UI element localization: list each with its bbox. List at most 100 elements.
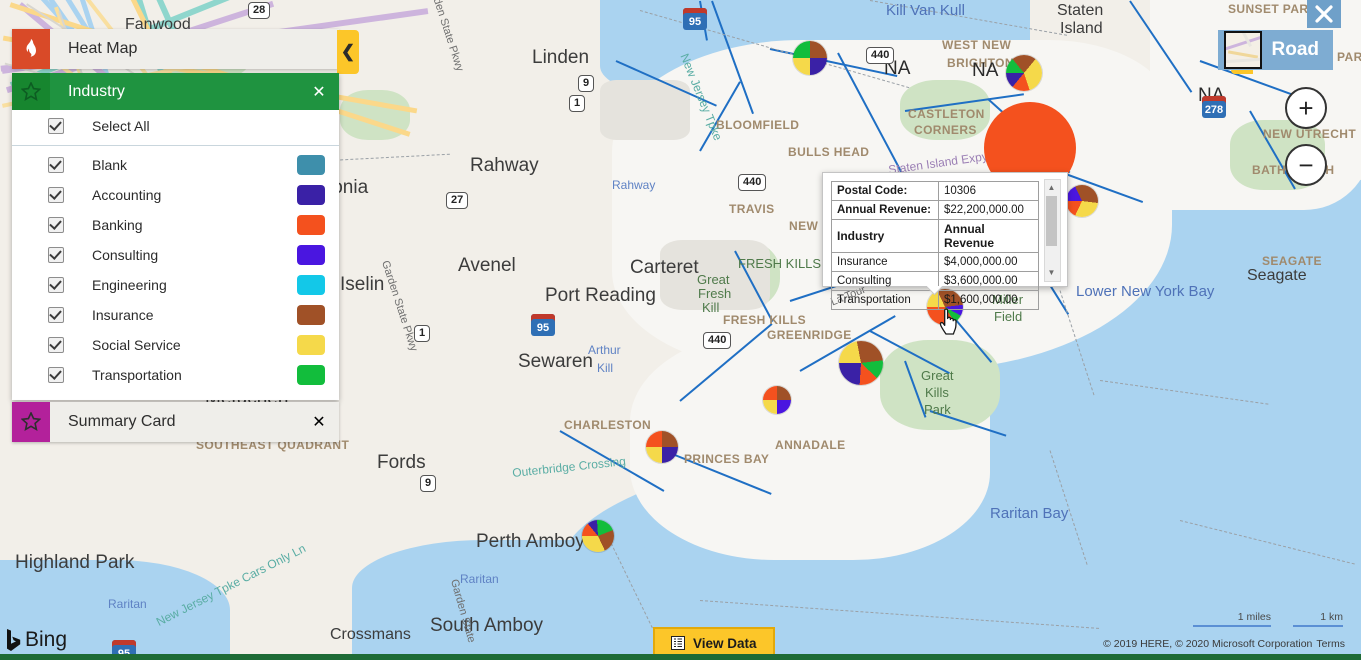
legend-item[interactable]: Social Service bbox=[12, 330, 339, 360]
legend-select-all-row[interactable]: Select All bbox=[12, 110, 339, 142]
view-data-label: View Data bbox=[693, 635, 757, 651]
scale-km-label: 1 km bbox=[1320, 611, 1343, 623]
legend-item[interactable]: Transportation bbox=[12, 360, 339, 390]
route-shield: 1 bbox=[569, 95, 586, 112]
legend-item-label: Social Service bbox=[92, 337, 181, 353]
map-application: Fanwood Linden Rahway lonia Avenel Iselin Cart… bbox=[0, 0, 1361, 660]
zoom-out-button[interactable]: − bbox=[1285, 144, 1327, 186]
legend-item[interactable]: Insurance bbox=[12, 300, 339, 330]
tooltip-scrollbar[interactable]: ▲ ▼ bbox=[1044, 179, 1061, 282]
legend-item-checkbox[interactable] bbox=[48, 247, 64, 263]
pie-chart-marker[interactable] bbox=[1006, 55, 1042, 91]
legend-item-label: Engineering bbox=[92, 277, 167, 293]
tooltip-revenue-value: $22,200,000.00 bbox=[938, 200, 1039, 220]
pie-chart-marker[interactable] bbox=[793, 41, 827, 75]
map-thumbnail-icon bbox=[1223, 31, 1262, 69]
tooltip-industry-name: Transportation bbox=[831, 290, 939, 310]
legend-item-swatch bbox=[297, 365, 325, 385]
scale-km-bar bbox=[1293, 625, 1343, 627]
legend-item-swatch bbox=[297, 275, 325, 295]
tooltip-col-industry: Industry bbox=[831, 219, 939, 253]
legend-item-label: Consulting bbox=[92, 247, 159, 263]
select-all-label: Select All bbox=[92, 118, 150, 134]
legend-item-checkbox[interactable] bbox=[48, 217, 64, 233]
map-type-selector[interactable]: Road bbox=[1217, 30, 1333, 70]
flame-icon bbox=[12, 29, 50, 69]
scrollbar-thumb[interactable] bbox=[1046, 196, 1057, 246]
legend-item-checkbox[interactable] bbox=[48, 187, 64, 203]
legend-item-checkbox[interactable] bbox=[48, 367, 64, 383]
scale-km: 1 km bbox=[1293, 611, 1343, 627]
tooltip-row-postal: Postal Code: 10306 bbox=[831, 181, 1039, 201]
route-shield: 28 bbox=[248, 2, 271, 19]
legend-item-label: Accounting bbox=[92, 187, 162, 203]
legend-item-checkbox[interactable] bbox=[48, 157, 64, 173]
tooltip-pointer bbox=[927, 286, 943, 295]
legend-item[interactable]: Consulting bbox=[12, 240, 339, 270]
pie-chart-marker[interactable] bbox=[839, 341, 883, 385]
legend-item[interactable]: Engineering bbox=[12, 270, 339, 300]
interstate-shield: 95 bbox=[531, 314, 555, 336]
terms-link[interactable]: Terms bbox=[1316, 638, 1345, 650]
map-terrain-shape bbox=[352, 540, 682, 660]
tooltip-industry-row: Insurance $4,000,000.00 bbox=[831, 252, 1039, 272]
select-all-checkbox[interactable] bbox=[48, 118, 64, 134]
close-map-button[interactable] bbox=[1307, 0, 1341, 28]
attribution-text: © 2019 HERE, © 2020 Microsoft Corporatio… bbox=[1103, 638, 1313, 650]
heat-map-panel-header[interactable]: Heat Map bbox=[12, 29, 339, 69]
scroll-down-icon[interactable]: ▼ bbox=[1045, 266, 1058, 280]
collapse-left-panel-button[interactable]: ❮ bbox=[337, 30, 359, 74]
legend-item[interactable]: Blank bbox=[12, 150, 339, 180]
legend-item[interactable]: Banking bbox=[12, 210, 339, 240]
summary-card-panel-header[interactable]: Summary Card ✕ bbox=[12, 402, 339, 442]
scale-miles: 1 miles bbox=[1193, 611, 1271, 627]
table-icon bbox=[671, 636, 685, 650]
tooltip-industry-revenue: $4,000,000.00 bbox=[938, 252, 1039, 272]
pie-chart-marker[interactable] bbox=[1066, 185, 1098, 217]
tooltip-postal-label: Postal Code: bbox=[831, 181, 939, 201]
route-shield: 9 bbox=[578, 75, 595, 92]
legend-item-label: Transportation bbox=[92, 367, 182, 383]
map-label: Kill bbox=[597, 361, 614, 375]
bing-logo[interactable]: Bing bbox=[6, 628, 67, 652]
pie-chart-marker[interactable] bbox=[582, 520, 614, 552]
route-shield: 9 bbox=[420, 475, 437, 492]
close-icon[interactable]: ✕ bbox=[299, 72, 339, 112]
legend-item-swatch bbox=[297, 155, 325, 175]
map-label: Rahway bbox=[470, 155, 539, 176]
scroll-up-icon[interactable]: ▲ bbox=[1045, 181, 1058, 195]
close-icon[interactable]: ✕ bbox=[299, 402, 339, 442]
industry-legend-title: Industry bbox=[68, 82, 125, 100]
interstate-shield: 95 bbox=[683, 8, 707, 30]
legend-item-checkbox[interactable] bbox=[48, 337, 64, 353]
map-scale-bar: 1 miles 1 km bbox=[1193, 611, 1343, 627]
scale-miles-bar bbox=[1193, 625, 1271, 627]
legend-item[interactable]: Accounting bbox=[12, 180, 339, 210]
legend-item-label: Insurance bbox=[92, 307, 154, 323]
close-icon bbox=[1315, 5, 1333, 23]
legend-item-swatch bbox=[297, 215, 325, 235]
map-label: Iselin bbox=[340, 274, 385, 295]
map-label: Sewaren bbox=[518, 351, 593, 372]
tooltip-industry-revenue: $3,600,000.00 bbox=[938, 271, 1039, 291]
route-shield: 440 bbox=[738, 174, 767, 191]
industry-legend-panel: Industry ✕ Select All Blank Accounting Ban… bbox=[12, 73, 339, 400]
bing-mark-icon bbox=[7, 629, 21, 651]
zoom-in-button[interactable]: + bbox=[1285, 87, 1327, 129]
tooltip-postal-value: 10306 bbox=[938, 181, 1039, 201]
pie-chart-marker[interactable] bbox=[646, 431, 678, 463]
legend-item-swatch bbox=[297, 245, 325, 265]
tooltip-revenue-label: Annual Revenue: bbox=[831, 200, 939, 220]
legend-item-checkbox[interactable] bbox=[48, 277, 64, 293]
map-line bbox=[329, 153, 450, 161]
star-icon bbox=[12, 73, 50, 110]
pie-chart-marker[interactable] bbox=[763, 386, 791, 414]
tooltip-row-revenue: Annual Revenue: $22,200,000.00 bbox=[831, 200, 1039, 220]
industry-legend-header[interactable]: Industry ✕ bbox=[12, 73, 339, 110]
tooltip-industry-revenue: $1,600,000.00 bbox=[938, 290, 1039, 310]
tooltip-data-rows: Insurance $4,000,000.00 Consulting $3,600,0… bbox=[831, 252, 1039, 310]
legend-item-checkbox[interactable] bbox=[48, 307, 64, 323]
legend-divider bbox=[12, 145, 339, 146]
bottom-accent-bar bbox=[0, 654, 1361, 660]
bing-wordmark: Bing bbox=[25, 628, 68, 651]
